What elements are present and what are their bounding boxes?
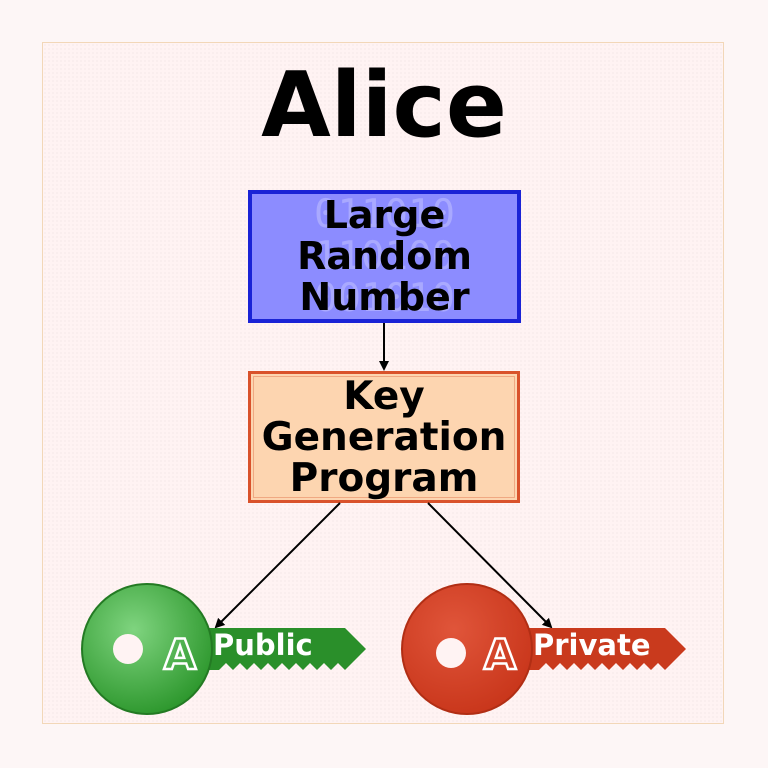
private-key-hole bbox=[436, 638, 466, 668]
public-key-icon: A Public bbox=[81, 583, 366, 715]
keygen-box-line: Key bbox=[343, 373, 425, 419]
public-key-label: Public bbox=[213, 628, 313, 662]
private-key-icon: A Private bbox=[401, 583, 686, 715]
public-key-hole bbox=[113, 634, 143, 664]
public-key-letter: A bbox=[164, 630, 197, 679]
private-key-label: Private bbox=[533, 628, 651, 662]
random-box-line: Number bbox=[299, 275, 470, 319]
arrow-keygen-to-public bbox=[214, 502, 341, 629]
keygen-box-label: Key Generation Program bbox=[262, 376, 507, 499]
keygen-box-line: Program bbox=[289, 455, 479, 501]
random-box-line: Large bbox=[323, 193, 446, 237]
key-generation-program-box: Key Generation Program bbox=[248, 371, 520, 503]
keygen-box-line: Generation bbox=[261, 414, 507, 460]
random-box-label: Large Random Number bbox=[297, 195, 472, 318]
random-box-line: Random bbox=[297, 234, 472, 278]
private-key-letter: A bbox=[484, 630, 517, 679]
